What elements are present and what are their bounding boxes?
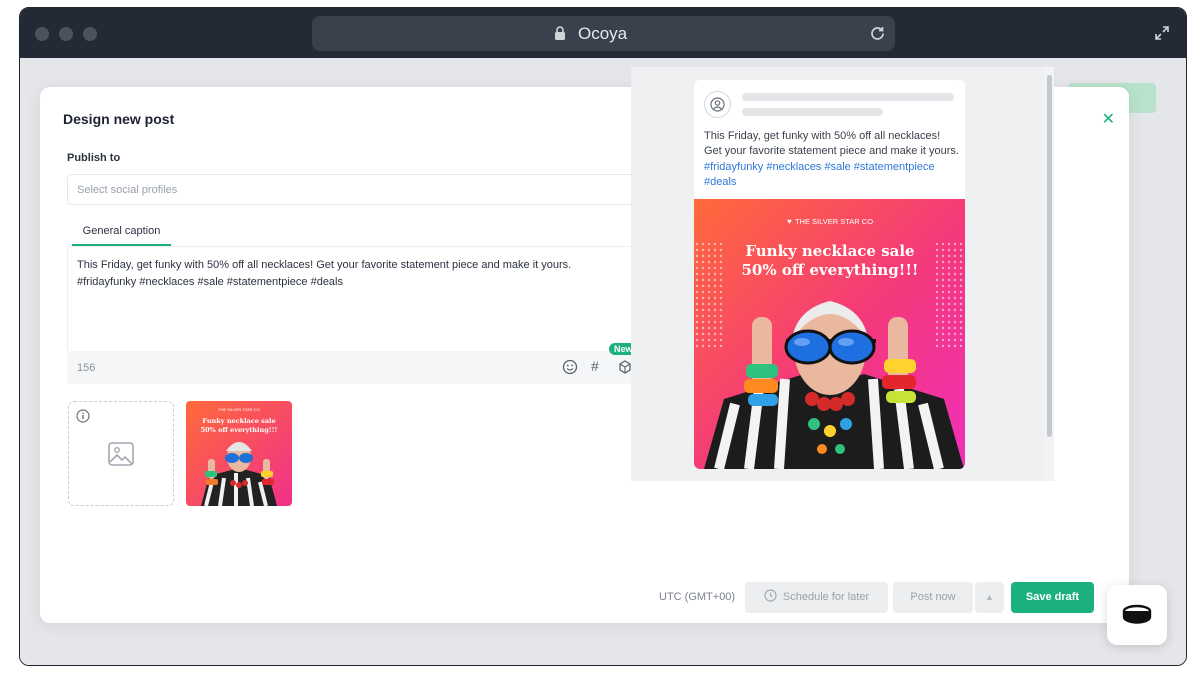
- scrollbar-thumb[interactable]: [1047, 75, 1052, 437]
- media-thumbnail[interactable]: THE SILVER STAR CO Funky necklace sale 5…: [186, 401, 292, 506]
- preview-caption: This Friday, get funky with 50% off all …: [704, 130, 959, 157]
- user-icon: [710, 97, 725, 112]
- reload-icon[interactable]: [869, 25, 886, 42]
- window-minimize-dot[interactable]: [59, 27, 73, 41]
- chevron-up-icon[interactable]: ▲: [975, 582, 1004, 613]
- thumbnail-brand: THE SILVER STAR CO: [218, 407, 260, 412]
- emoji-icon[interactable]: [562, 359, 578, 375]
- image-icon: [108, 442, 134, 466]
- post-preview-card: This Friday, get funky with 50% off all …: [694, 80, 965, 469]
- caption-toolbar: 156 # New: [67, 343, 646, 384]
- select-placeholder: Select social profiles: [77, 184, 178, 196]
- skeleton-line: [742, 93, 954, 101]
- poster-brand: THE SILVER STAR CO: [795, 217, 873, 226]
- preview-poster: THE SILVER STAR CO ♥ Funky necklace sale…: [694, 199, 965, 469]
- media-upload-tile[interactable]: [68, 401, 174, 506]
- thumbnail-headline-2: 50% off everything!!!: [201, 426, 278, 434]
- tab-general-caption[interactable]: General caption: [72, 219, 171, 246]
- close-icon[interactable]: ✕: [1102, 109, 1115, 129]
- poster-headline-1: Funky necklace sale: [745, 242, 914, 260]
- heart-icon: ♥: [787, 217, 792, 226]
- window-close-dot[interactable]: [35, 27, 49, 41]
- lock-icon: [555, 26, 565, 40]
- thumbnail-headline-1: Funky necklace sale: [202, 417, 275, 425]
- publish-to-label: Publish to: [67, 152, 121, 164]
- window-zoom-dot[interactable]: [83, 27, 97, 41]
- timezone-label: UTC (GMT+00): [659, 591, 736, 603]
- save-draft-button[interactable]: Save draft: [1011, 582, 1094, 613]
- support-widget[interactable]: [1107, 585, 1167, 645]
- info-icon[interactable]: [76, 409, 90, 423]
- clock-icon: [764, 589, 777, 602]
- thumbnail-poster: THE SILVER STAR CO Funky necklace sale 5…: [186, 401, 292, 506]
- avatar: [704, 91, 731, 118]
- modal-title: Design new post: [63, 111, 175, 127]
- caption-hashtags: #fridayfunky #necklaces #sale #statement…: [77, 276, 343, 288]
- hashtag-icon[interactable]: #: [591, 358, 599, 374]
- character-count: 156: [77, 362, 96, 374]
- browser-titlebar: Ocoya: [20, 8, 1186, 58]
- address-bar[interactable]: Ocoya: [312, 16, 895, 51]
- post-now-button[interactable]: Post now: [893, 582, 973, 613]
- poster-headline-2: 50% off everything!!!: [742, 261, 919, 279]
- caption-line: This Friday, get funky with 50% off all …: [77, 259, 572, 271]
- preview-image: THE SILVER STAR CO ♥ Funky necklace sale…: [694, 199, 965, 469]
- page-title: Ocoya: [578, 24, 628, 43]
- social-profiles-select[interactable]: Select social profiles ▴▾: [67, 174, 646, 205]
- skeleton-line: [742, 108, 883, 116]
- expand-icon[interactable]: [1154, 25, 1170, 41]
- preview-hashtags: #fridayfunky #necklaces #sale #statement…: [704, 161, 935, 188]
- schedule-later-label: Schedule for later: [782, 591, 870, 603]
- schedule-later-button[interactable]: Schedule for later: [745, 582, 888, 613]
- stack-icon: [1122, 604, 1152, 624]
- preview-scrollbar[interactable]: [1044, 67, 1054, 481]
